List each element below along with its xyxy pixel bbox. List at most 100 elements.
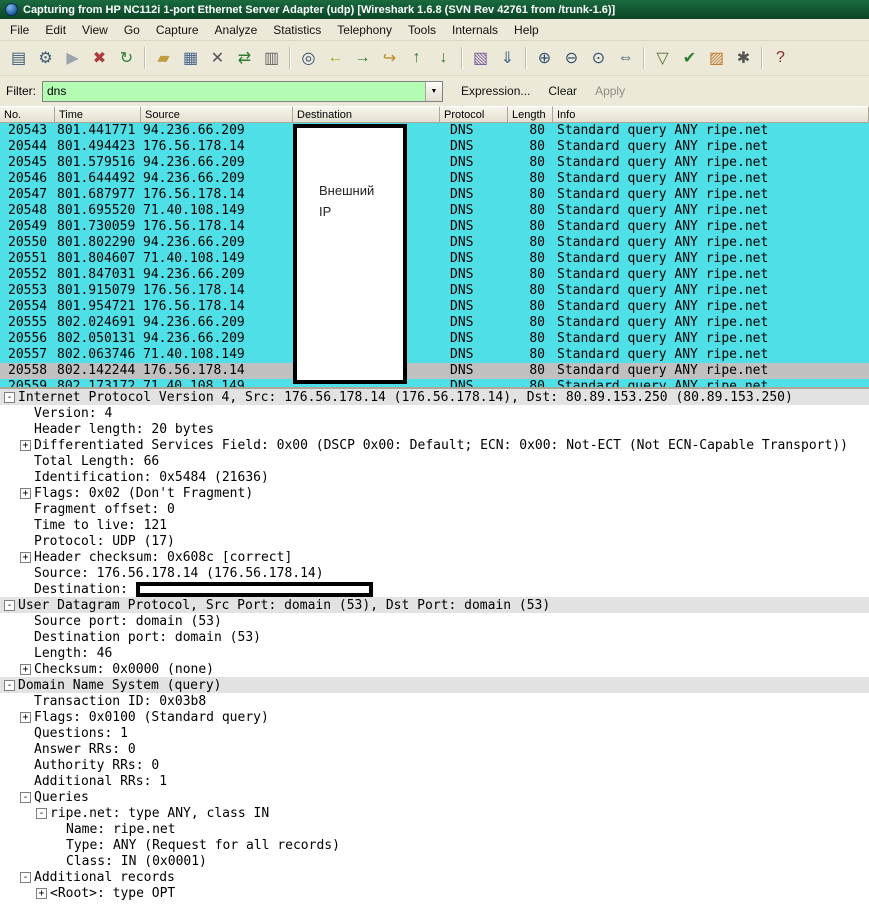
coloring-rules-icon[interactable]: ▨ [703,45,730,72]
detail-row[interactable]: +Flags: 0x02 (Don't Fragment) [0,485,869,501]
detail-row[interactable]: +Flags: 0x0100 (Standard query) [0,709,869,725]
packet-row[interactable]: 20555802.02469194.236.66.209DNS80Standar… [0,315,869,331]
menu-internals[interactable]: Internals [444,20,506,40]
go-to-packet-icon[interactable]: ↪ [376,45,403,72]
go-back-icon[interactable]: ← [322,45,349,72]
expression-button[interactable]: Expression... [461,84,530,98]
detail-row[interactable]: Identification: 0x5484 (21636) [0,469,869,485]
packet-row[interactable]: 20552801.84703194.236.66.209DNS80Standar… [0,267,869,283]
menu-file[interactable]: File [2,20,37,40]
detail-row[interactable]: -Additional records [0,869,869,885]
detail-row[interactable]: +Header checksum: 0x608c [correct] [0,549,869,565]
column-header-time[interactable]: Time [55,106,141,123]
packet-row[interactable]: 20559802.17317271.40.108.149DNS80Standar… [0,379,869,387]
detail-row[interactable]: Source: 176.56.178.14 (176.56.178.14) [0,565,869,581]
packet-row[interactable]: 20543801.44177194.236.66.209DNS80Standar… [0,123,869,139]
collapse-icon[interactable]: - [4,680,15,691]
collapse-icon[interactable]: - [20,872,31,883]
apply-button[interactable]: Apply [595,84,625,98]
column-header-destination[interactable]: Destination [293,106,440,123]
menu-go[interactable]: Go [116,20,148,40]
menu-tools[interactable]: Tools [400,20,444,40]
packet-row[interactable]: 20551801.80460771.40.108.149DNS80Standar… [0,251,869,267]
menu-analyze[interactable]: Analyze [207,20,266,40]
print-icon[interactable]: ▥ [258,45,285,72]
detail-row[interactable]: -User Datagram Protocol, Src Port: domai… [0,597,869,613]
packet-row[interactable]: 20549801.730059176.56.178.14DNS80Standar… [0,219,869,235]
find-packet-icon[interactable]: ◎ [295,45,322,72]
filter-input[interactable]: dns ▼ [42,81,443,102]
go-to-bottom-icon[interactable]: ↓ [430,45,457,72]
detail-row[interactable]: Protocol: UDP (17) [0,533,869,549]
detail-row[interactable]: Transaction ID: 0x03b8 [0,693,869,709]
packet-row[interactable]: 20554801.954721176.56.178.14DNS80Standar… [0,299,869,315]
detail-row[interactable]: Name: ripe.net [0,821,869,837]
detail-row[interactable]: Total Length: 66 [0,453,869,469]
reload-icon[interactable]: ⇄ [231,45,258,72]
detail-row[interactable]: Class: IN (0x0001) [0,853,869,869]
collapse-icon[interactable]: - [4,392,15,403]
column-header-source[interactable]: Source [141,106,293,123]
menu-help[interactable]: Help [506,20,547,40]
packet-row[interactable]: 20550801.80229094.236.66.209DNS80Standar… [0,235,869,251]
go-to-top-icon[interactable]: ↑ [403,45,430,72]
packet-row[interactable]: 20546801.64449294.236.66.209DNS80Standar… [0,171,869,187]
zoom-in-icon[interactable]: ⊕ [531,45,558,72]
list-interfaces-icon[interactable]: ▤ [5,45,32,72]
menu-statistics[interactable]: Statistics [265,20,329,40]
expand-icon[interactable]: + [20,552,31,563]
detail-row[interactable]: -Internet Protocol Version 4, Src: 176.5… [0,389,869,405]
column-header-protocol[interactable]: Protocol [440,106,508,123]
filter-dropdown-icon[interactable]: ▼ [425,82,442,101]
packet-row[interactable]: 20558802.142244176.56.178.14DNS80Standar… [0,363,869,379]
help-icon[interactable]: ? [767,45,794,72]
detail-row[interactable]: Type: ANY (Request for all records) [0,837,869,853]
display-filters-icon[interactable]: ✔ [676,45,703,72]
detail-row[interactable]: -Queries [0,789,869,805]
detail-row[interactable]: Header length: 20 bytes [0,421,869,437]
column-header-length[interactable]: Length [508,106,553,123]
filter-label[interactable]: Filter: [4,81,42,101]
expand-icon[interactable]: + [20,440,31,451]
packet-row[interactable]: 20544801.494423176.56.178.14DNS80Standar… [0,139,869,155]
column-header-info[interactable]: Info [553,106,869,123]
capture-start-icon[interactable]: ▶ [59,45,86,72]
resize-columns-icon[interactable]: ⇔ [612,45,639,72]
menu-capture[interactable]: Capture [148,20,207,40]
detail-row[interactable]: +Checksum: 0x0000 (none) [0,661,869,677]
zoom-normal-icon[interactable]: ⊙ [585,45,612,72]
expand-icon[interactable]: + [36,888,47,899]
collapse-icon[interactable]: - [36,808,47,819]
capture-restart-icon[interactable]: ↻ [113,45,140,72]
capture-stop-icon[interactable]: ✖ [86,45,113,72]
file-close-icon[interactable]: ✕ [204,45,231,72]
menu-view[interactable]: View [74,20,116,40]
colorize-list-icon[interactable]: ▧ [467,45,494,72]
detail-row[interactable]: Fragment offset: 0 [0,501,869,517]
detail-row[interactable]: -ripe.net: type ANY, class IN [0,805,869,821]
detail-row[interactable]: Destination: [0,581,869,597]
menu-edit[interactable]: Edit [37,20,74,40]
expand-icon[interactable]: + [20,664,31,675]
detail-row[interactable]: Answer RRs: 0 [0,741,869,757]
detail-row[interactable]: Time to live: 121 [0,517,869,533]
menu-telephony[interactable]: Telephony [329,20,400,40]
preferences-icon[interactable]: ✱ [730,45,757,72]
zoom-out-icon[interactable]: ⊖ [558,45,585,72]
packet-list[interactable]: 20543801.44177194.236.66.209DNS80Standar… [0,123,869,387]
detail-row[interactable]: -Domain Name System (query) [0,677,869,693]
expand-icon[interactable]: + [20,712,31,723]
detail-row[interactable]: Version: 4 [0,405,869,421]
packet-row[interactable]: 20557802.06374671.40.108.149DNS80Standar… [0,347,869,363]
detail-row[interactable]: Authority RRs: 0 [0,757,869,773]
detail-row[interactable]: Questions: 1 [0,725,869,741]
packet-row[interactable]: 20556802.05013194.236.66.209DNS80Standar… [0,331,869,347]
packet-row[interactable]: 20553801.915079176.56.178.14DNS80Standar… [0,283,869,299]
capture-filters-icon[interactable]: ▽ [649,45,676,72]
auto-scroll-icon[interactable]: ⇓ [494,45,521,72]
clear-button[interactable]: Clear [548,84,577,98]
detail-row[interactable]: +<Root>: type OPT [0,885,869,901]
file-open-icon[interactable]: ▰ [150,45,177,72]
detail-row[interactable]: Source port: domain (53) [0,613,869,629]
detail-row[interactable]: +Differentiated Services Field: 0x00 (DS… [0,437,869,453]
